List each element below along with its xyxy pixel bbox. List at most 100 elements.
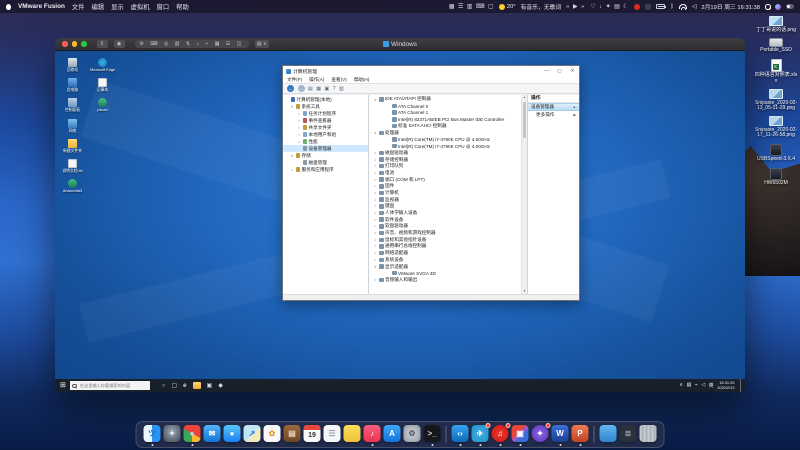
taskbar-app-icon[interactable]: ◆ (218, 382, 223, 389)
expand-arrow-icon[interactable]: > (297, 112, 301, 116)
dock-item[interactable]: ツ (144, 425, 161, 442)
weather-item[interactable]: 20° (499, 4, 515, 10)
cm-menu-item[interactable]: 帮助(H) (354, 77, 370, 83)
taskbar-app-icon[interactable] (193, 382, 201, 389)
expand-arrow-icon[interactable]: > (373, 224, 378, 228)
device-row[interactable]: > 磁盘驱动器 (369, 150, 527, 157)
expand-arrow-icon[interactable]: > (297, 133, 301, 137)
dock-item[interactable]: ☰ (324, 425, 341, 442)
tray-icon[interactable]: ∧ (679, 382, 683, 389)
scrollbar-thumb[interactable] (523, 102, 526, 138)
expand-arrow-icon[interactable]: > (297, 119, 301, 123)
suspend-vm-button[interactable]: ‖ (97, 40, 108, 49)
cm-menu-item[interactable]: 操作(A) (309, 77, 324, 83)
windows-desktop-icon[interactable]: 网络 (59, 119, 86, 133)
device-row[interactable]: ∨ 处理器 (369, 129, 527, 136)
tree-item[interactable]: 计算机管理(本地) (283, 96, 368, 103)
device-row[interactable]: VMware SVGA 3D (369, 270, 527, 277)
expand-arrow-icon[interactable]: > (373, 244, 378, 248)
expand-arrow-icon[interactable]: > (373, 231, 378, 235)
control-center-icon[interactable] (786, 4, 794, 10)
dock-item[interactable]: ● (184, 425, 201, 442)
tree-item[interactable]: ∨ 系统工具 (283, 103, 368, 110)
menu-clock[interactable]: 2月19日 周三 16:31:38 (701, 2, 760, 11)
expand-arrow-icon[interactable]: > (373, 218, 378, 222)
expand-arrow-icon[interactable]: > (373, 158, 378, 162)
device-row[interactable]: ATA Channel 0 (369, 103, 527, 110)
toolbar-icon[interactable]: ? (333, 86, 336, 92)
collapse-icon[interactable]: ▲ (573, 105, 576, 109)
expand-arrow-icon[interactable]: > (373, 204, 378, 208)
device-row[interactable]: > 存储控制器 (369, 156, 527, 163)
menu-item[interactable]: 编辑 (91, 2, 104, 11)
expand-arrow-icon[interactable]: ∨ (290, 153, 294, 158)
close-button[interactable] (62, 41, 68, 47)
device-row[interactable]: > 计算机 (369, 190, 527, 197)
desktop-file-icon[interactable]: 丁丁哥说的话.png (753, 16, 799, 33)
snapshot-button[interactable]: ◉ (114, 40, 125, 49)
actions-selected-item[interactable]: 设备管理器 ▲ (528, 103, 579, 111)
device-row[interactable]: > 固件 (369, 183, 527, 190)
dock-item[interactable]: ▣ (512, 425, 529, 442)
expand-arrow-icon[interactable]: > (373, 164, 378, 168)
dock-item[interactable]: ↗ (244, 425, 261, 442)
device-row[interactable]: > 通用串行总线控制器 (369, 243, 527, 250)
music-status[interactable]: 有音乐，无歌词 (521, 2, 562, 11)
tray-icon[interactable]: ▤ (687, 382, 692, 389)
scroll-up-arrow[interactable]: ▲ (522, 95, 527, 100)
dock-item[interactable]: ≣ (620, 425, 637, 442)
spotlight-search-icon[interactable] (765, 4, 770, 9)
dock-item[interactable]: ✉ (204, 425, 221, 442)
vm-toolbar-icons[interactable]: ⚙ ⌨ ◎ ▥ ⇅ ♪ ⌁ ▦ ☰ ◫ (135, 40, 249, 49)
dock-item[interactable]: ▤ (284, 425, 301, 442)
dock-item[interactable]: >_ (424, 425, 441, 442)
expand-arrow-icon[interactable]: > (373, 191, 378, 195)
device-row[interactable]: Intel(R) Core(TM) i7-4790K CPU @ 4.00GHz (369, 143, 527, 150)
menu-item[interactable]: 虚拟机 (131, 2, 150, 11)
device-row[interactable]: > 电池 (369, 170, 527, 177)
dock-item[interactable]: ♪ (364, 425, 381, 442)
device-row[interactable]: > 音频输入和输出 (369, 277, 527, 284)
netease-menu-icon[interactable] (634, 4, 640, 10)
start-button[interactable]: ⊞ (60, 379, 66, 392)
taskbar-app-icon[interactable]: e (183, 383, 186, 389)
windows-desktop-icon[interactable]: 此电脑 (59, 78, 86, 92)
show-desktop-button[interactable] (740, 379, 742, 392)
device-row[interactable]: > 系统设备 (369, 257, 527, 264)
search-input[interactable] (78, 382, 148, 389)
tree-item[interactable]: ∨ 存储 (283, 152, 368, 159)
back-button[interactable]: ← (287, 85, 294, 92)
dock-item[interactable]: W (552, 425, 569, 442)
dock-item[interactable] (640, 425, 657, 442)
vmware-title-bar[interactable]: ‖ ◉ ⚙ ⌨ ◎ ▥ ⇅ ♪ ⌁ ▦ ☰ ◫ ▤ ∨ Windows (55, 38, 745, 51)
cm-minimize-button[interactable]: — (540, 66, 553, 76)
desktop-file-icon[interactable]: 四种语言对照表.xlsx (753, 59, 799, 84)
dock-item[interactable]: A (384, 425, 401, 442)
tree-item[interactable]: 设备管理器 (283, 145, 368, 152)
app-menu-icon[interactable] (645, 4, 651, 10)
cm-title-bar[interactable]: 计算机管理 — ▢ ✕ (283, 66, 579, 76)
expand-arrow-icon[interactable]: > (373, 211, 378, 215)
expand-arrow-icon[interactable]: ∨ (373, 130, 378, 135)
expand-arrow-icon[interactable]: > (373, 251, 378, 255)
expand-arrow-icon[interactable]: ∨ (373, 264, 378, 269)
cm-maximize-button[interactable]: ▢ (553, 66, 566, 76)
battery-icon[interactable] (656, 4, 665, 9)
minimize-button[interactable] (72, 41, 78, 47)
vm-screen[interactable]: 回收站 此电脑 控制面板 (55, 51, 745, 392)
expand-arrow-icon[interactable]: > (297, 126, 301, 130)
dock-item[interactable]: ✦ (164, 425, 181, 442)
expand-arrow-icon[interactable]: > (373, 151, 378, 155)
dock-item[interactable]: ‹› (452, 425, 469, 442)
toolbar-icon[interactable]: ▥ (339, 86, 344, 92)
toolbar-icon[interactable]: ▦ (316, 86, 321, 92)
device-row[interactable]: > 键盘 (369, 203, 527, 210)
tree-item[interactable]: > 服务和应用程序 (283, 166, 368, 173)
vertical-scrollbar[interactable]: ▲ ▼ (521, 95, 527, 294)
vm-toolbar-extra[interactable]: ▤ ∨ (255, 40, 269, 49)
device-row[interactable]: Intel(R) 82371AB/EB PCI Bus Master IDE C… (369, 116, 527, 123)
dock-item[interactable]: P (572, 425, 589, 442)
windows-desktop-icon[interactable]: 回收站 (59, 58, 86, 72)
windows-desktop-icon[interactable]: 记事本 (89, 78, 116, 92)
dock-item[interactable] (600, 425, 617, 442)
